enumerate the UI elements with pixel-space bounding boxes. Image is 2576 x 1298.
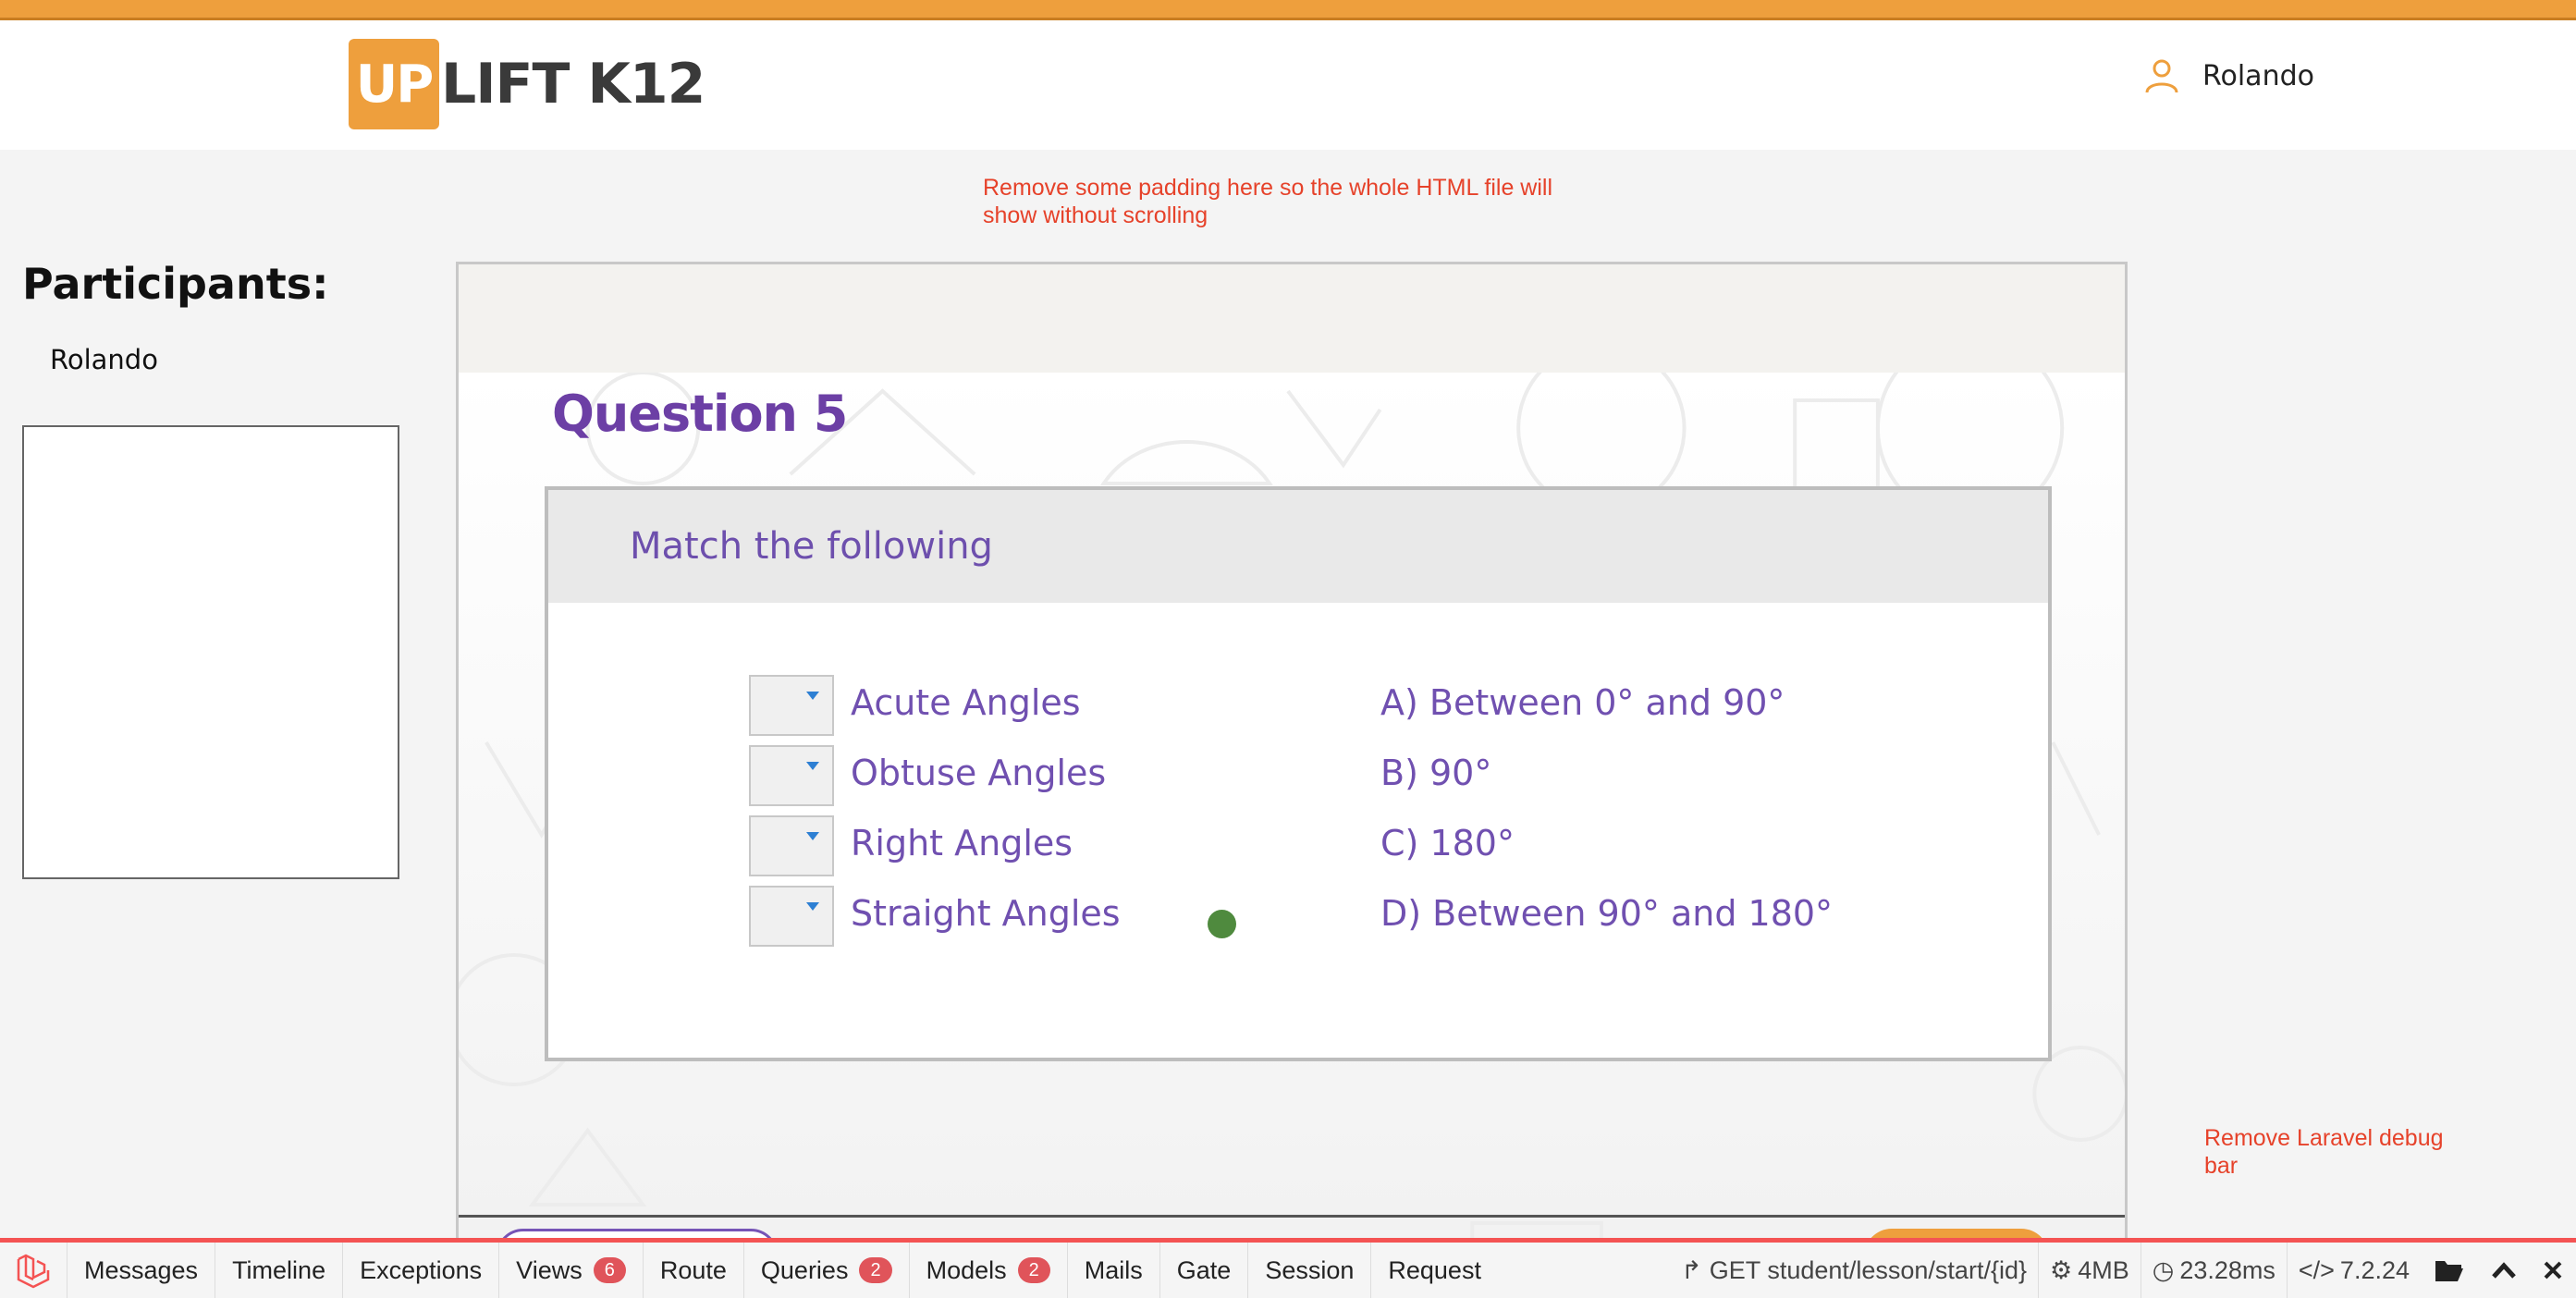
memory-text: 4MB	[2078, 1255, 2129, 1284]
folder-open-icon[interactable]	[2421, 1243, 2478, 1298]
match-row: Acute Angles A) Between 0° and 90°	[548, 675, 2048, 740]
participants-heading: Participants:	[22, 259, 329, 309]
logo-mark: UP	[349, 39, 439, 129]
route-status[interactable]: ↱ GET student/lesson/start/{id}	[1670, 1243, 2038, 1298]
tab-label: Models	[926, 1255, 1007, 1284]
laravel-icon	[17, 1254, 50, 1289]
lesson-frame: Question 5 Match the following Acute Ang…	[456, 262, 2128, 1244]
dropdown-arrow-icon	[806, 762, 819, 770]
memory-status: ⚙ 4MB	[2038, 1243, 2141, 1298]
laravel-logo-icon[interactable]	[0, 1243, 67, 1298]
folder-icon-svg	[2435, 1261, 2463, 1281]
debug-tab-exceptions[interactable]: Exceptions	[343, 1243, 500, 1298]
match-row: Right Angles C) 180°	[548, 815, 2048, 880]
debug-tab-views[interactable]: Views 6	[499, 1243, 644, 1298]
site-header: UP LIFT K12 Rolando	[0, 20, 2576, 150]
question-prompt: Match the following	[548, 490, 2048, 603]
match-select[interactable]	[749, 745, 834, 806]
left-item-label: Right Angles	[851, 823, 1073, 863]
participant-item: Rolando	[50, 344, 158, 375]
left-item-label: Obtuse Angles	[851, 753, 1107, 793]
match-row: Straight Angles D) Between 90° and 180°	[548, 886, 2048, 950]
count-badge: 6	[593, 1257, 626, 1283]
cursor-dot-indicator	[1208, 910, 1236, 938]
right-item-label: C) 180°	[1380, 823, 1515, 863]
debug-tab-timeline[interactable]: Timeline	[215, 1243, 344, 1298]
tab-label: Exceptions	[360, 1255, 483, 1284]
count-badge: 2	[1017, 1257, 1050, 1283]
right-item-label: D) Between 90° and 180°	[1380, 893, 1834, 934]
user-icon	[2145, 59, 2178, 93]
top-accent-bar	[0, 0, 2576, 20]
debug-tab-models[interactable]: Models 2	[910, 1243, 1068, 1298]
chat-textarea[interactable]	[22, 425, 399, 879]
left-item-label: Acute Angles	[851, 682, 1081, 723]
debug-tab-session[interactable]: Session	[1248, 1243, 1372, 1298]
right-item-label: A) Between 0° and 90°	[1380, 682, 1785, 723]
tab-label: Queries	[760, 1255, 849, 1284]
user-menu[interactable]: Rolando	[2143, 57, 2314, 94]
uplift-logo[interactable]: UP LIFT K12	[349, 38, 705, 130]
route-text: GET student/lesson/start/{id}	[1709, 1255, 2027, 1284]
dropdown-arrow-icon	[806, 692, 819, 700]
debug-tab-messages[interactable]: Messages	[67, 1243, 216, 1298]
time-status: ◷ 23.28ms	[2140, 1243, 2287, 1298]
annotation-debugbar-note: Remove Laravel debug bar	[2204, 1125, 2444, 1179]
match-row: Obtuse Angles B) 90°	[548, 745, 2048, 810]
time-text: 23.28ms	[2179, 1255, 2275, 1284]
dropdown-arrow-icon	[806, 832, 819, 840]
version-status: </> 7.2.24	[2286, 1243, 2421, 1298]
tab-label: Session	[1265, 1255, 1355, 1284]
tab-label: Messages	[84, 1255, 199, 1284]
cogs-icon: ⚙	[2050, 1255, 2073, 1284]
close-icon[interactable]	[2530, 1243, 2576, 1298]
right-item-label: B) 90°	[1380, 753, 1492, 793]
share-arrow-icon: ↱	[1681, 1255, 1702, 1284]
laravel-debugbar: Messages Timeline Exceptions Views 6 Rout…	[0, 1238, 2576, 1298]
tab-label: Gate	[1176, 1255, 1232, 1284]
clock-icon: ◷	[2152, 1255, 2175, 1284]
close-svg	[2544, 1261, 2562, 1280]
dropdown-arrow-icon	[806, 902, 819, 911]
user-name: Rolando	[2202, 59, 2314, 92]
match-select[interactable]	[749, 675, 834, 736]
annotation-padding-note: Remove some padding here so the whole HT…	[983, 175, 1553, 228]
match-select[interactable]	[749, 886, 834, 947]
frame-toolbar	[459, 264, 2125, 373]
debug-tab-request[interactable]: Request	[1371, 1243, 1498, 1298]
version-text: 7.2.24	[2339, 1255, 2410, 1284]
count-badge: 2	[859, 1257, 892, 1283]
tab-label: Timeline	[232, 1255, 326, 1284]
debug-tab-gate[interactable]: Gate	[1160, 1243, 1249, 1298]
chevron-up-icon[interactable]	[2478, 1243, 2530, 1298]
question-card: Match the following Acute Angles A) Betw…	[545, 486, 2052, 1061]
debug-tab-route[interactable]: Route	[644, 1243, 744, 1298]
tab-label: Views	[516, 1255, 583, 1284]
tab-label: Mails	[1084, 1255, 1143, 1284]
debug-tab-queries[interactable]: Queries 2	[744, 1243, 910, 1298]
tab-label: Request	[1388, 1255, 1481, 1284]
code-icon: </>	[2298, 1255, 2335, 1284]
match-select[interactable]	[749, 815, 834, 876]
logo-text: LIFT K12	[441, 52, 705, 116]
chevron-up-svg	[2492, 1262, 2516, 1279]
debug-tab-mails[interactable]: Mails	[1068, 1243, 1160, 1298]
tab-label: Route	[659, 1255, 727, 1284]
question-title: Question 5	[552, 385, 848, 443]
left-item-label: Straight Angles	[851, 893, 1121, 934]
debugbar-status: ↱ GET student/lesson/start/{id} ⚙ 4MB ◷ …	[1670, 1243, 2576, 1298]
